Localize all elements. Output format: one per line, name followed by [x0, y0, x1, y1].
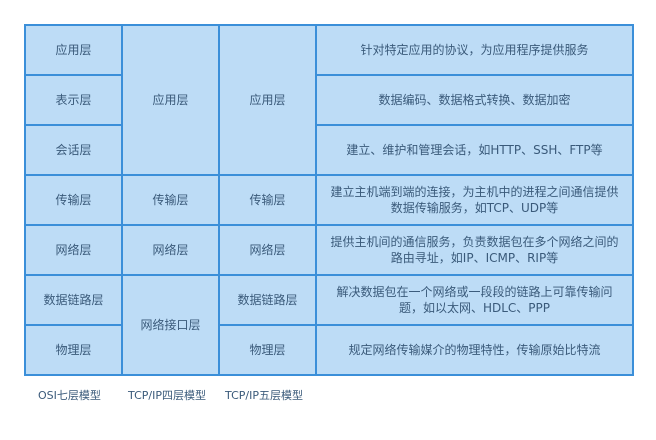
tcp5-layer-data-link: 数据链路层 — [218, 274, 317, 326]
tcp4-layer-transport: 传输层 — [121, 174, 220, 226]
table-row: 网络层 网络层 网络层 提供主机间的通信服务，负责数据包在多个网络之间的路由寻址… — [24, 224, 634, 276]
layer-description-transport: 建立主机端到端的连接，为主机中的进程之间通信提供数据传输服务，如TCP、UDP等 — [315, 174, 634, 226]
tcp5-layer-application: 应用层 — [218, 24, 317, 176]
layer-description-application: 针对特定应用的协议，为应用程序提供服务 — [315, 24, 634, 76]
layer-description-presentation: 数据编码、数据格式转换、数据加密 — [315, 74, 634, 126]
layer-description-physical: 规定网络传输媒介的物理特性，传输原始比特流 — [315, 324, 634, 376]
tcp4-layer-network: 网络层 — [121, 224, 220, 276]
tcp5-layer-transport: 传输层 — [218, 174, 317, 226]
table-row: 物理层 物理层 规定网络传输媒介的物理特性，传输原始比特流 — [24, 324, 634, 376]
osi-layer-data-link: 数据链路层 — [24, 274, 123, 326]
caption-tcp-ip-four-layer-model: TCP/IP四层模型 — [128, 389, 206, 402]
tcp5-layer-physical: 物理层 — [218, 324, 317, 376]
caption-osi-model: OSI七层模型 — [38, 389, 101, 402]
table-row: 会话层 建立、维护和管理会话，如HTTP、SSH、FTP等 — [24, 124, 634, 176]
tcp4-layer-network-interface: 网络接口层 — [121, 274, 220, 376]
network-layer-model-table: 应用层 应用层 应用层 针对特定应用的协议，为应用程序提供服务 表示层 数据编码… — [24, 24, 634, 376]
osi-layer-presentation: 表示层 — [24, 74, 123, 126]
table-row: 传输层 传输层 传输层 建立主机端到端的连接，为主机中的进程之间通信提供数据传输… — [24, 174, 634, 226]
layer-description-network: 提供主机间的通信服务，负责数据包在多个网络之间的路由寻址，如IP、ICMP、RI… — [315, 224, 634, 276]
osi-layer-session: 会话层 — [24, 124, 123, 176]
model-captions: OSI七层模型 TCP/IP四层模型 TCP/IP五层模型 — [0, 386, 656, 406]
tcp5-layer-network: 网络层 — [218, 224, 317, 276]
osi-layer-network: 网络层 — [24, 224, 123, 276]
osi-layer-physical: 物理层 — [24, 324, 123, 376]
layer-description-session: 建立、维护和管理会话，如HTTP、SSH、FTP等 — [315, 124, 634, 176]
table-row: 数据链路层 网络接口层 数据链路层 解决数据包在一个网络或一段段的链路上可靠传输… — [24, 274, 634, 376]
tcp4-layer-application: 应用层 — [121, 24, 220, 176]
caption-tcp-ip-five-layer-model: TCP/IP五层模型 — [225, 389, 303, 402]
table-row: 表示层 数据编码、数据格式转换、数据加密 — [24, 74, 634, 126]
osi-layer-transport: 传输层 — [24, 174, 123, 226]
osi-layer-application: 应用层 — [24, 24, 123, 76]
layer-description-data-link: 解决数据包在一个网络或一段段的链路上可靠传输问题，如以太网、HDLC、PPP — [315, 274, 634, 326]
table-row: 应用层 应用层 应用层 针对特定应用的协议，为应用程序提供服务 — [24, 24, 634, 176]
